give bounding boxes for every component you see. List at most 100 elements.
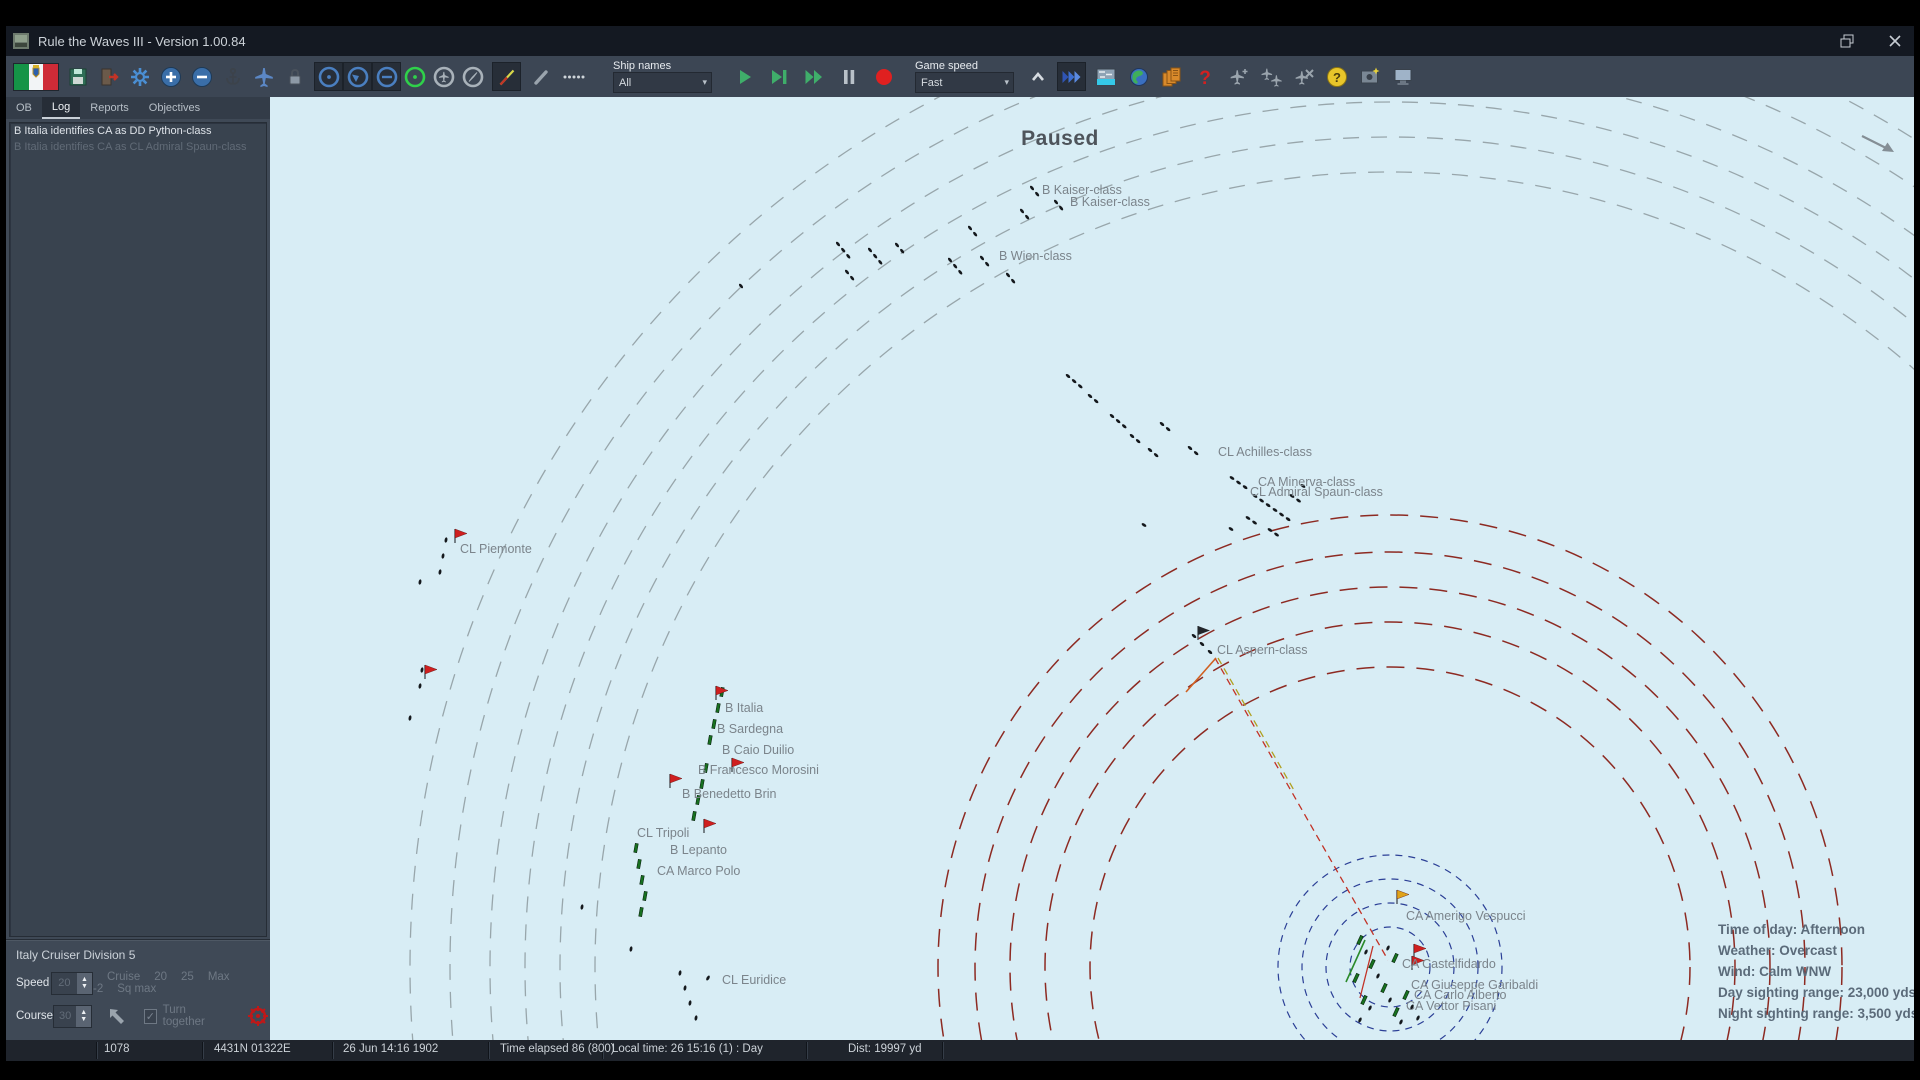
fleet-marker[interactable]	[1029, 185, 1035, 191]
fleet-marker[interactable]	[1229, 475, 1235, 480]
fleet-marker[interactable]	[1087, 393, 1093, 399]
fleet-marker[interactable]	[1364, 949, 1369, 955]
helm-wheel-icon[interactable]	[246, 1004, 270, 1028]
fleet-marker[interactable]	[639, 874, 645, 886]
game-speed-dropdown[interactable]: Fast ▾	[915, 72, 1014, 93]
fleet-marker[interactable]	[711, 718, 717, 730]
fleet-marker[interactable]	[1129, 433, 1135, 439]
fleet-marker[interactable]	[691, 810, 697, 822]
circle-compass-icon[interactable]	[459, 63, 486, 90]
dotted-line-icon[interactable]	[560, 63, 587, 90]
circle-aircraft-icon[interactable]	[430, 63, 457, 90]
fleet-marker[interactable]	[1236, 480, 1242, 485]
fleet-marker[interactable]	[1199, 641, 1205, 647]
fleet-marker[interactable]	[1093, 398, 1099, 404]
plane-add-icon[interactable]	[1224, 63, 1251, 90]
fleet-marker[interactable]	[1153, 452, 1159, 458]
italy-flag-icon[interactable]	[12, 62, 60, 91]
tab-objectives[interactable]: Objectives	[139, 97, 210, 119]
fleet-marker[interactable]	[441, 553, 445, 559]
fleet-marker[interactable]	[1115, 418, 1121, 424]
fleet-marker[interactable]	[957, 269, 963, 275]
fleet-marker[interactable]	[688, 1000, 692, 1006]
fleet-marker[interactable]	[438, 569, 442, 575]
globe-icon[interactable]	[1125, 63, 1152, 90]
aircraft-icon[interactable]	[250, 63, 277, 90]
fleet-marker[interactable]	[1228, 526, 1234, 531]
fleet-marker[interactable]	[1135, 438, 1141, 444]
fleet-marker[interactable]	[952, 263, 958, 269]
fleet-marker[interactable]	[1159, 421, 1165, 427]
settings-icon[interactable]	[126, 63, 153, 90]
fleet-marker[interactable]	[1272, 507, 1278, 512]
fleet-marker[interactable]	[1053, 199, 1059, 205]
fleet-marker[interactable]	[1360, 994, 1368, 1006]
fleet-marker[interactable]	[867, 247, 873, 253]
fleet-marker[interactable]	[1279, 512, 1285, 517]
fleet-marker[interactable]	[1388, 997, 1393, 1003]
fleet-marker[interactable]	[894, 242, 900, 248]
bearing-line-icon[interactable]	[527, 63, 554, 90]
chevron-up-icon[interactable]	[1024, 63, 1051, 90]
fleet-marker[interactable]	[1242, 484, 1248, 490]
fleet-marker[interactable]	[1191, 633, 1197, 639]
speed-stepper[interactable]: 20 ▲ ▼	[50, 971, 93, 995]
fleet-marker[interactable]	[418, 683, 422, 689]
exit-icon[interactable]	[95, 63, 122, 90]
fleet-marker[interactable]	[678, 970, 682, 976]
ledger-icon[interactable]	[1158, 63, 1185, 90]
save-icon[interactable]	[64, 63, 91, 90]
fleet-marker[interactable]	[1391, 952, 1399, 964]
fleet-marker[interactable]	[1274, 532, 1280, 537]
fleet-marker[interactable]	[844, 269, 850, 275]
fleet-marker[interactable]	[705, 975, 710, 981]
fleet-marker[interactable]	[1141, 522, 1147, 527]
fast-forward-icon[interactable]	[800, 63, 827, 90]
fleet-marker[interactable]	[420, 667, 424, 673]
fleet-marker[interactable]	[1252, 520, 1258, 525]
anchor-icon[interactable]	[219, 63, 246, 90]
fleet-marker[interactable]	[1147, 447, 1153, 453]
fleet-marker[interactable]	[408, 715, 412, 721]
fleet-marker[interactable]	[1207, 649, 1213, 655]
lock-icon[interactable]	[281, 63, 308, 90]
record-icon[interactable]	[870, 63, 897, 90]
fleet-marker[interactable]	[972, 231, 978, 237]
fleet-marker[interactable]	[967, 225, 973, 231]
set-course-arrow-icon[interactable]	[106, 1005, 128, 1027]
circle-dash-icon[interactable]	[372, 62, 401, 91]
fleet-marker[interactable]	[638, 906, 644, 918]
fleet-marker[interactable]	[1356, 934, 1364, 946]
fleet-marker[interactable]	[1010, 278, 1016, 284]
tab-reports[interactable]: Reports	[80, 97, 139, 119]
circle-wedge-icon[interactable]	[343, 62, 372, 91]
restore-window-button[interactable]	[1836, 30, 1858, 52]
fleet-marker[interactable]	[1380, 982, 1388, 994]
fleet-marker[interactable]	[1376, 973, 1381, 979]
fleet-marker[interactable]	[1077, 383, 1083, 389]
log-entry[interactable]: B Italia identifies CA as CL Admiral Spa…	[10, 139, 266, 155]
stepper-arrows-icon[interactable]: ▲ ▼	[76, 1005, 92, 1027]
stepper-arrows-icon[interactable]: ▲ ▼	[76, 972, 92, 994]
tab-log[interactable]: Log	[41, 97, 81, 119]
fleet-marker[interactable]	[872, 253, 878, 259]
fleet-marker[interactable]	[444, 537, 448, 543]
fleet-marker[interactable]	[1245, 515, 1251, 520]
log-entry[interactable]: B Italia identifies CA as DD Python-clas…	[10, 123, 266, 139]
fleet-marker[interactable]	[1109, 413, 1115, 419]
fleet-marker[interactable]	[845, 253, 851, 259]
fleet-marker[interactable]	[1121, 423, 1127, 429]
help-icon[interactable]: ?	[1323, 63, 1350, 90]
close-window-button[interactable]	[1884, 30, 1906, 52]
fleet-marker[interactable]	[636, 858, 642, 870]
fleet-marker[interactable]	[1285, 516, 1291, 522]
fleet-marker[interactable]	[1165, 426, 1171, 432]
fleet-marker[interactable]	[877, 259, 883, 265]
play-icon[interactable]	[730, 63, 757, 90]
zoom-in-icon[interactable]	[157, 63, 184, 90]
fleet-marker[interactable]	[633, 842, 639, 854]
fleet-marker[interactable]	[1193, 450, 1199, 456]
tactical-map[interactable]: B Kaiser-class B Kaiser-class B Wien-class…	[270, 97, 1914, 1040]
fleet-marker[interactable]	[683, 985, 687, 991]
fleet-marker[interactable]	[849, 275, 855, 281]
